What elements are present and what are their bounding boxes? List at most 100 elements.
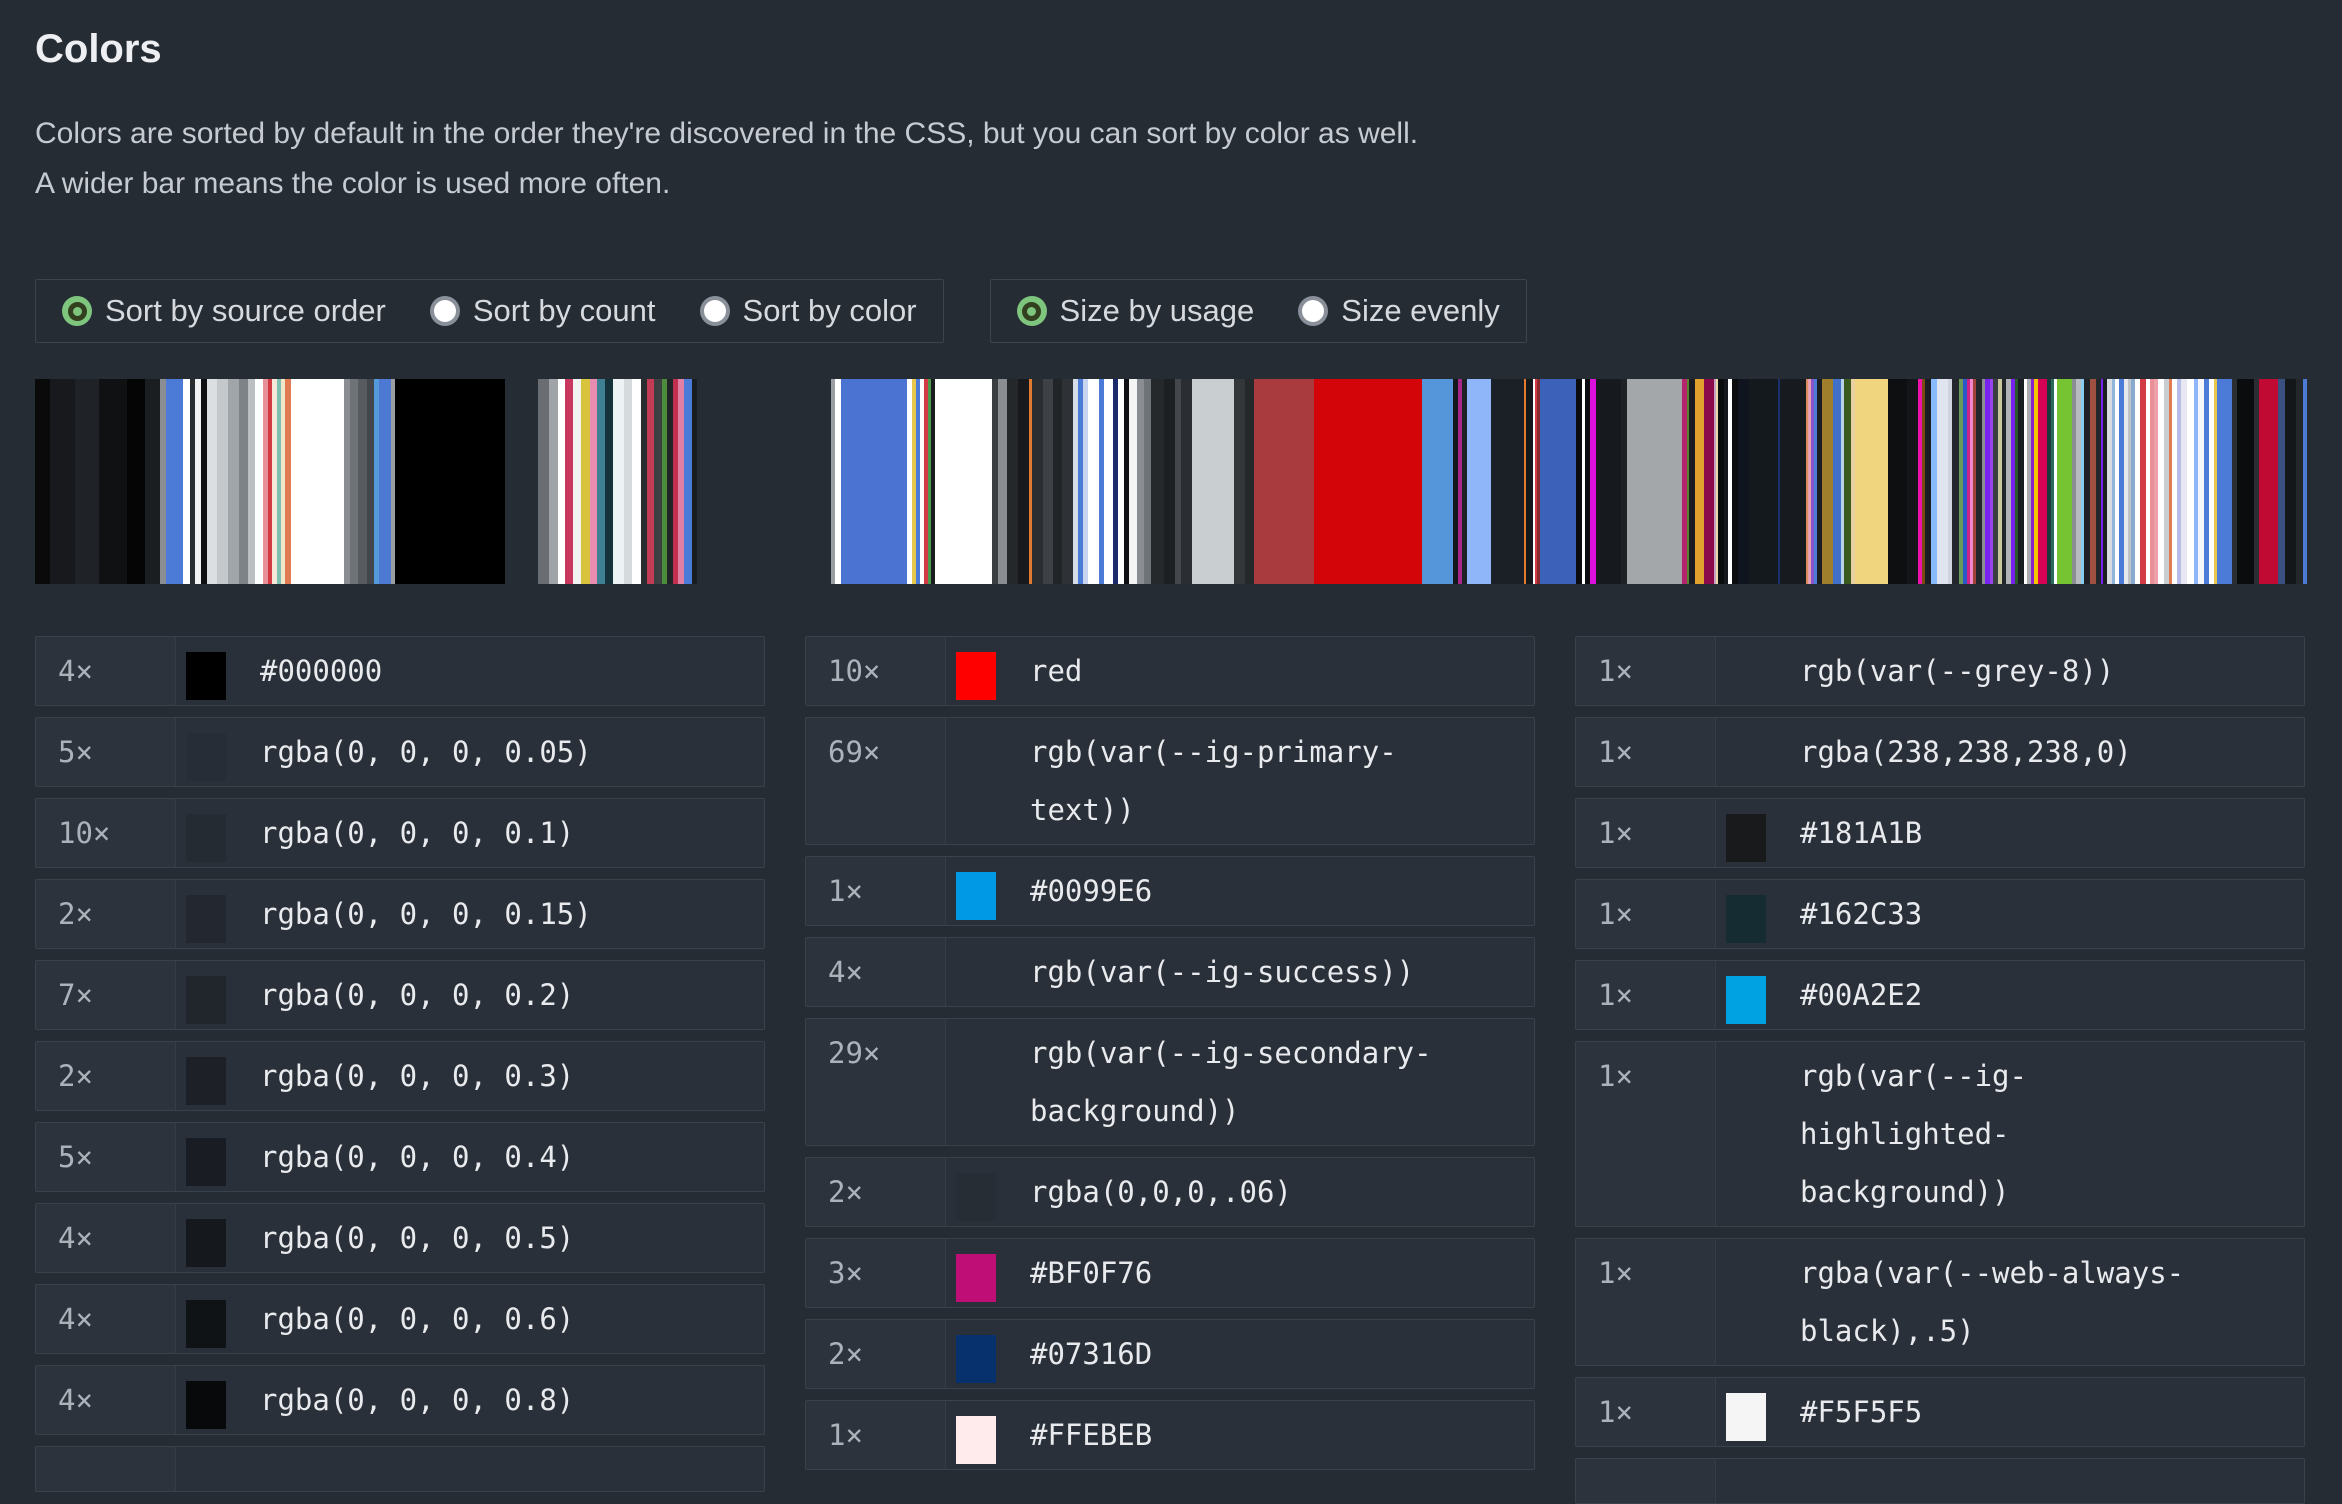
strip-segment	[538, 379, 549, 584]
usage-count: 29×	[806, 1019, 946, 1145]
strip-segment	[841, 379, 907, 584]
usage-count: 2×	[36, 1042, 176, 1110]
strip-segment	[2057, 379, 2072, 584]
strip-segment	[1137, 379, 1144, 584]
strip-segment	[581, 379, 590, 584]
strip-segment	[1925, 379, 1932, 584]
usage-count: 1×	[1576, 1042, 1716, 1226]
color-value: #07316D	[1030, 1325, 1152, 1383]
strip-segment	[379, 379, 391, 584]
description-line-1: Colors are sorted by default in the orde…	[35, 109, 2307, 159]
color-list-column-2: 10×red69×rgb(var(--ig-primary-text))1×#0…	[805, 636, 1535, 1470]
color-row: 10×rgba(0, 0, 0, 0.1)	[35, 798, 765, 868]
strip-segment	[1749, 379, 1778, 584]
strip-segment	[207, 379, 217, 584]
color-swatch	[1726, 976, 1766, 1024]
color-value-cell: #F5F5F5	[1716, 1378, 2304, 1446]
color-swatch	[186, 733, 226, 781]
strip-segment	[1062, 379, 1073, 584]
strip-segment	[1907, 379, 1918, 584]
color-swatch	[186, 1300, 226, 1348]
usage-count: 3×	[806, 1239, 946, 1307]
color-value: rgba(0, 0, 0, 0.4)	[260, 1128, 574, 1186]
size-radio-group: Size by usage Size evenly	[990, 279, 1527, 343]
radio-option-sort-by-source-order[interactable]: Sort by source order	[62, 293, 386, 329]
radio-unselected-icon[interactable]	[1298, 296, 1328, 326]
color-value: #000000	[260, 642, 382, 700]
radio-unselected-icon[interactable]	[430, 296, 460, 326]
strip-segment	[2285, 379, 2296, 584]
strip-segment	[1422, 379, 1453, 584]
radio-inner-dot	[434, 300, 456, 322]
usage-count: 1×	[1576, 637, 1716, 705]
radio-option-sort-by-count[interactable]: Sort by count	[430, 293, 656, 329]
strip-segment	[217, 379, 228, 584]
strip-segment	[1254, 379, 1314, 584]
strip-segment	[228, 379, 239, 584]
usage-count	[36, 1447, 176, 1491]
strip-segment	[632, 379, 641, 584]
strip-segment	[395, 379, 505, 584]
strip-segment	[1695, 379, 1704, 584]
color-value: rgba(0, 0, 0, 0.05)	[260, 723, 592, 781]
strip-gap	[697, 379, 831, 584]
strip-segment	[1689, 379, 1696, 584]
color-row: 1× rgb(var(--grey-8))	[1575, 636, 2305, 706]
strip-segment	[2217, 379, 2232, 584]
usage-count: 4×	[36, 1366, 176, 1434]
strip-segment	[1118, 379, 1125, 584]
strip-segment	[1844, 379, 1852, 584]
color-value-cell: red	[946, 637, 1534, 705]
strip-segment	[2237, 379, 2255, 584]
strip-segment	[1181, 379, 1192, 584]
color-row: 4×rgb(var(--ig-success))	[805, 937, 1535, 1007]
radio-unselected-icon[interactable]	[700, 296, 730, 326]
radio-option-sort-by-color[interactable]: Sort by color	[700, 293, 917, 329]
strip-segment	[145, 379, 160, 584]
strip-segment	[1088, 379, 1099, 584]
sort-radio-group: Sort by source order Sort by count Sort by…	[35, 279, 944, 343]
color-row: 5×rgba(0, 0, 0, 0.4)	[35, 1122, 765, 1192]
radio-option-size-evenly[interactable]: Size evenly	[1298, 293, 1500, 329]
color-value: #F5F5F5	[1800, 1383, 1922, 1441]
color-swatch	[1726, 814, 1766, 862]
color-value: rgb(var(--ig-secondary-background))	[1030, 1024, 1436, 1140]
strip-segment	[2038, 379, 2047, 584]
strip-segment	[2181, 379, 2188, 584]
color-swatch	[956, 1173, 996, 1221]
strip-segment	[291, 379, 344, 584]
color-row: 1×rgb(var(--ig-highlighted-background))	[1575, 1041, 2305, 1227]
strip-segment	[605, 379, 613, 584]
usage-count: 7×	[36, 961, 176, 1029]
radio-selected-icon[interactable]	[1017, 296, 1047, 326]
usage-count: 4×	[36, 1204, 176, 1272]
color-row: 1×#0099E6	[805, 856, 1535, 926]
color-swatch	[186, 652, 226, 700]
color-value: #00A2E2	[1800, 966, 1922, 1024]
strip-segment	[239, 379, 248, 584]
usage-count: 4×	[36, 1285, 176, 1353]
color-value: rgba(0, 0, 0, 0.3)	[260, 1047, 574, 1105]
strip-segment	[1467, 379, 1491, 584]
color-value-cell: #162C33	[1716, 880, 2304, 948]
strip-segment	[1822, 379, 1833, 584]
color-value-cell: rgba(0, 0, 0, 0.8)	[176, 1366, 764, 1434]
strip-segment	[2296, 379, 2303, 584]
color-row: 2×rgba(0, 0, 0, 0.15)	[35, 879, 765, 949]
color-value: rgb(var(--grey-8))	[1800, 642, 2114, 700]
usage-count: 5×	[36, 718, 176, 786]
radio-option-size-by-usage[interactable]: Size by usage	[1017, 293, 1255, 329]
color-row: 1×#00A2E2	[1575, 960, 2305, 1030]
color-value-cell: #000000	[176, 637, 764, 705]
strip-segment	[2090, 379, 2097, 584]
strip-segment	[590, 379, 598, 584]
color-row: 4×rgba(0, 0, 0, 0.5)	[35, 1203, 765, 1273]
color-value: #181A1B	[1800, 804, 1922, 862]
strip-segment	[1151, 379, 1164, 584]
strip-segment	[1855, 379, 1888, 584]
strip-segment	[35, 379, 50, 584]
radio-selected-icon[interactable]	[62, 296, 92, 326]
strip-segment	[1129, 379, 1138, 584]
color-list-column-3: 1×rgb(var(--grey-8))1×rgba(238,238,238,0…	[1575, 636, 2305, 1504]
strip-segment	[358, 379, 367, 584]
